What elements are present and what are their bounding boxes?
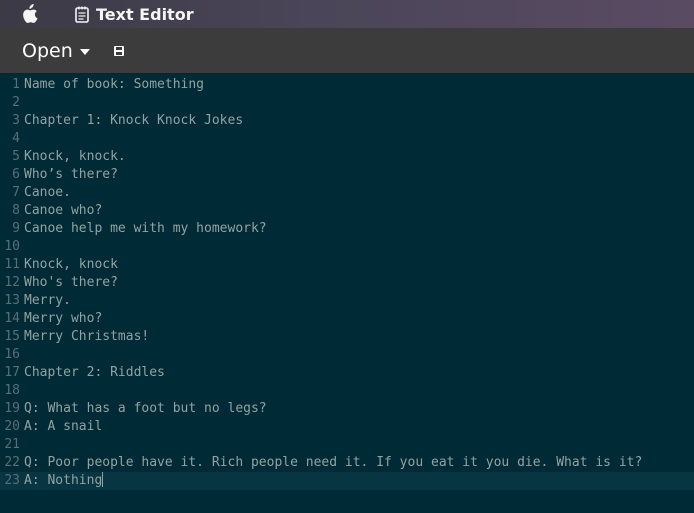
line-number: 3 [12, 113, 20, 128]
app-title[interactable]: Text Editor [96, 5, 194, 24]
line-text[interactable]: Who's there? [24, 274, 118, 292]
editor-lines: 1 Name of book: Something 2 3 Chapter 1: Kno… [0, 76, 694, 490]
editor-line[interactable]: 21 [0, 436, 694, 454]
editor-line[interactable]: 18 [0, 382, 694, 400]
line-number: 19 [4, 401, 20, 416]
line-number: 15 [4, 329, 20, 344]
save-icon[interactable] [112, 44, 126, 58]
editor-line[interactable]: 22 Q: Poor people have it. Rich people ne… [0, 454, 694, 472]
editor-line[interactable]: 19 Q: What has a foot but no legs? [0, 400, 694, 418]
line-text[interactable]: Merry who? [24, 310, 102, 328]
top-bar: Text Editor [0, 0, 694, 28]
line-number: 10 [4, 239, 20, 254]
editor-line[interactable]: 14 Merry who? [0, 310, 694, 328]
line-text[interactable]: Who’s there? [24, 166, 118, 184]
editor-line[interactable]: 2 [0, 94, 694, 112]
line-text[interactable]: A: Nothing [24, 472, 104, 490]
line-number: 9 [12, 221, 20, 236]
open-button-label: Open [22, 39, 73, 62]
line-number: 22 [4, 455, 20, 470]
line-number: 1 [12, 77, 20, 92]
line-text[interactable]: Knock, knock [24, 256, 118, 274]
editor-line[interactable]: 20 A: A snail [0, 418, 694, 436]
line-number: 14 [4, 311, 20, 326]
editor-line[interactable]: 17 Chapter 2: Riddles [0, 364, 694, 382]
editor-line[interactable]: 9 Canoe help me with my homework? [0, 220, 694, 238]
line-number: 21 [4, 437, 20, 452]
line-number: 20 [4, 419, 20, 434]
editor-line[interactable]: 5 Knock, knock. [0, 148, 694, 166]
editor-line[interactable]: 3 Chapter 1: Knock Knock Jokes [0, 112, 694, 130]
line-number: 6 [12, 167, 20, 182]
editor-line[interactable]: 11 Knock, knock [0, 256, 694, 274]
editor-line[interactable]: 12 Who's there? [0, 274, 694, 292]
line-number: 13 [4, 293, 20, 308]
line-text[interactable]: Canoe help me with my homework? [24, 220, 267, 238]
line-number: 5 [12, 149, 20, 164]
line-number: 11 [4, 257, 20, 272]
line-text[interactable]: Canoe who? [24, 202, 102, 220]
open-button[interactable]: Open [22, 40, 90, 62]
text-editor-area[interactable]: 1 Name of book: Something 2 3 Chapter 1: Kno… [0, 75, 694, 513]
apple-logo-icon[interactable] [18, 3, 40, 25]
line-text[interactable]: Chapter 2: Riddles [24, 364, 165, 382]
line-number: 4 [12, 131, 20, 146]
line-text[interactable]: Q: Poor people have it. Rich people need… [24, 454, 642, 472]
chevron-down-icon [79, 48, 90, 55]
toolbar: Open [0, 28, 694, 74]
line-text[interactable]: Chapter 1: Knock Knock Jokes [24, 112, 243, 130]
editor-line[interactable]: 10 [0, 238, 694, 256]
line-text[interactable]: Q: What has a foot but no legs? [24, 400, 267, 418]
line-text[interactable]: Name of book: Something [24, 76, 204, 94]
line-text[interactable]: Merry Christmas! [24, 328, 149, 346]
line-number: 16 [4, 347, 20, 362]
notepad-icon [74, 5, 90, 23]
editor-line[interactable]: 16 [0, 346, 694, 364]
line-text[interactable]: Merry. [24, 292, 71, 310]
line-number: 8 [12, 203, 20, 218]
line-text[interactable]: A: A snail [24, 418, 102, 436]
editor-line[interactable]: 6 Who’s there? [0, 166, 694, 184]
line-number: 12 [4, 275, 20, 290]
editor-line[interactable]: 13 Merry. [0, 292, 694, 310]
line-text[interactable]: Canoe. [24, 184, 71, 202]
editor-line[interactable]: 15 Merry Christmas! [0, 328, 694, 346]
editor-line[interactable]: 8 Canoe who? [0, 202, 694, 220]
editor-line[interactable]: 4 [0, 130, 694, 148]
editor-line[interactable]: 1 Name of book: Something [0, 76, 694, 94]
text-cursor [102, 472, 104, 487]
editor-line[interactable]: 23 A: Nothing [0, 472, 694, 490]
editor-line[interactable]: 7 Canoe. [0, 184, 694, 202]
line-number: 7 [12, 185, 20, 200]
line-text[interactable]: Knock, knock. [24, 148, 126, 166]
line-number: 18 [4, 383, 20, 398]
line-number: 2 [12, 95, 20, 110]
line-number: 17 [4, 365, 20, 380]
line-number: 23 [4, 473, 20, 488]
